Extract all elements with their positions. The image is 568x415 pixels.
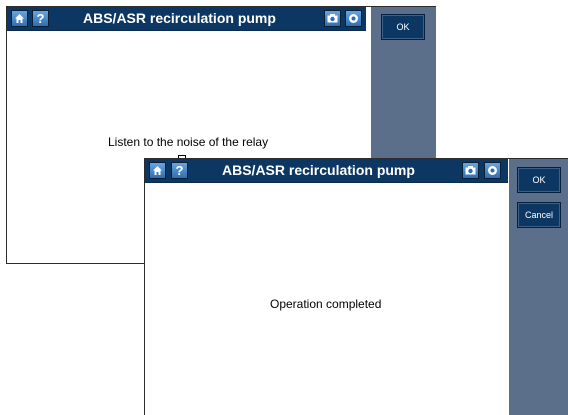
question-mark-icon: ? bbox=[36, 11, 45, 26]
cancel-button[interactable]: Cancel bbox=[517, 202, 561, 228]
sidebar-front: OK Cancel bbox=[509, 159, 568, 415]
titlebar-back: ? ABS/ASR recirculation pump bbox=[7, 7, 366, 31]
record-button[interactable] bbox=[345, 10, 362, 27]
ok-button[interactable]: OK bbox=[517, 167, 561, 193]
camera-button[interactable] bbox=[324, 10, 341, 27]
home-icon bbox=[14, 13, 25, 24]
help-button[interactable]: ? bbox=[171, 162, 188, 179]
dialog-front: ? ABS/ASR recirculation pump Operation c… bbox=[144, 158, 568, 415]
titlebar-front: ? ABS/ASR recirculation pump bbox=[145, 159, 508, 183]
home-button[interactable] bbox=[149, 162, 166, 179]
home-icon bbox=[152, 165, 163, 176]
record-icon bbox=[487, 165, 498, 176]
dialog-title: ABS/ASR recirculation pump bbox=[222, 162, 415, 178]
instruction-text: Listen to the noise of the relay bbox=[108, 135, 269, 149]
record-button[interactable] bbox=[484, 162, 501, 179]
home-button[interactable] bbox=[11, 10, 28, 27]
help-button[interactable]: ? bbox=[32, 10, 49, 27]
dialog-content-front: Operation completed bbox=[145, 183, 508, 415]
ok-button[interactable]: OK bbox=[381, 14, 425, 40]
dialog-title: ABS/ASR recirculation pump bbox=[83, 10, 276, 26]
camera-icon bbox=[465, 166, 476, 175]
status-text: Operation completed bbox=[270, 297, 382, 311]
question-mark-icon: ? bbox=[175, 163, 184, 178]
camera-icon bbox=[327, 14, 338, 23]
record-icon bbox=[348, 13, 359, 24]
camera-button[interactable] bbox=[462, 162, 479, 179]
